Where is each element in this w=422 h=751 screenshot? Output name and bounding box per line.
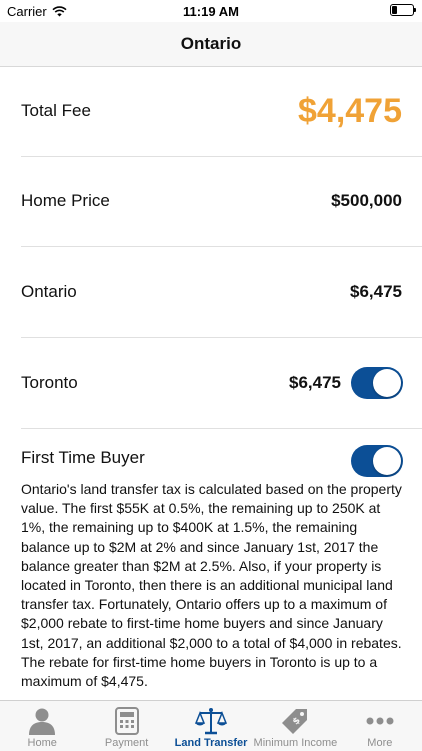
home-price-row[interactable]: Home Price $500,000 [0, 156, 422, 246]
tab-label: More [367, 737, 393, 749]
toronto-value: $6,475 [289, 373, 341, 392]
ontario-row: Ontario $6,475 [0, 247, 422, 337]
tab-label: Home [27, 737, 57, 749]
tab-minimum-income[interactable]: $ Minimum Income [253, 701, 337, 751]
divider [21, 428, 422, 429]
person-icon [29, 708, 56, 735]
tab-label: Payment [104, 737, 149, 749]
ontario-value: $6,475 [350, 282, 402, 301]
scales-icon [195, 708, 228, 735]
more-icon [366, 717, 394, 725]
home-price-value[interactable]: $500,000 [331, 191, 402, 211]
tab-bar: Home Payment Land Transfer $ Minimum Inc… [0, 700, 422, 751]
tab-payment[interactable]: Payment [84, 701, 168, 751]
home-price-label: Home Price [21, 191, 110, 210]
toggle-knob [373, 369, 401, 397]
tab-more[interactable]: More [338, 701, 422, 751]
status-bar: Carrier 11:19 AM [0, 0, 422, 22]
first-time-buyer-label: First Time Buyer [21, 448, 145, 467]
total-fee-value: $4,475 [298, 91, 402, 130]
toggle-knob [373, 447, 401, 475]
first-time-buyer-toggle[interactable] [351, 445, 403, 477]
navigation-bar: Ontario [0, 22, 422, 67]
calculator-icon [114, 707, 139, 735]
status-time: 11:19 AM [183, 4, 239, 19]
toronto-toggle[interactable] [351, 367, 403, 399]
tab-label: Land Transfer [174, 737, 248, 749]
tab-land-transfer[interactable]: Land Transfer [169, 701, 253, 751]
total-fee-label: Total Fee [21, 101, 91, 120]
tab-home[interactable]: Home [0, 701, 84, 751]
tab-label: Minimum Income [253, 737, 338, 749]
toronto-label: Toronto [21, 373, 78, 392]
total-fee-row: Total Fee $4,475 [0, 66, 422, 156]
ontario-label: Ontario [21, 282, 77, 301]
land-transfer-description: Ontario's land transfer tax is calculate… [21, 481, 402, 690]
battery-icon [390, 4, 416, 16]
price-tag-icon: $ [282, 709, 308, 734]
page-title: Ontario [180, 34, 242, 53]
